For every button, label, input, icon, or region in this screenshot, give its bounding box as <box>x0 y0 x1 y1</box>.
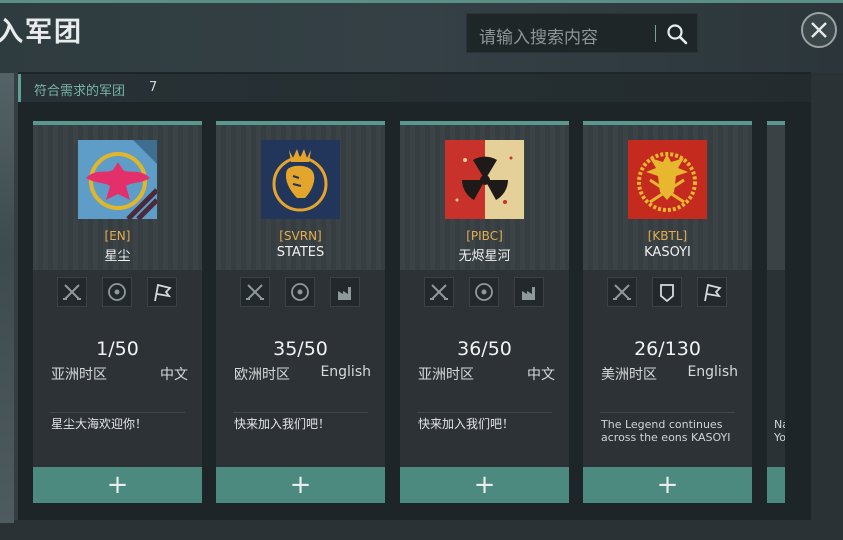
legion-tag: [KBTL] <box>647 229 688 243</box>
divider <box>233 412 368 413</box>
member-count: 36/50 <box>457 338 512 360</box>
flag-icon <box>147 277 177 307</box>
language: English <box>687 364 738 380</box>
crossed-swords-icon <box>607 277 637 307</box>
plus-icon: + <box>106 470 129 500</box>
page-title: 入军团 <box>0 17 83 48</box>
legion-tag: [EN] <box>104 229 131 243</box>
legion-description: 快来加入我们吧！ <box>234 417 331 431</box>
legion-description: Na Yo <box>774 418 785 444</box>
plus-icon: + <box>289 470 312 500</box>
join-button[interactable] <box>767 467 785 503</box>
crossed-swords-icon <box>424 277 454 307</box>
legion-card[interactable]: [PIBC] 无烬星河 36/50 亚洲时区 中文 快来加入我们吧！ + <box>400 121 569 503</box>
divider <box>417 412 552 413</box>
language: 中文 <box>527 367 555 383</box>
legion-tag: [SVRN] <box>279 229 322 243</box>
legion-description: 星尘大海欢迎你！ <box>51 417 148 431</box>
timezone: 亚洲时区 <box>418 367 474 383</box>
member-count: 35/50 <box>273 338 328 360</box>
search-divider <box>655 25 656 42</box>
member-count: 26/130 <box>634 338 701 360</box>
legion-name: 无烬星河 <box>458 249 511 264</box>
language: English <box>320 364 371 380</box>
factory-icon <box>330 277 360 307</box>
factory-icon <box>514 277 544 307</box>
target-icon <box>285 277 315 307</box>
join-button[interactable]: + <box>583 467 752 503</box>
background-strip <box>0 73 14 523</box>
section-count: 7 <box>149 80 158 95</box>
legion-card[interactable]: [EN] 星尘 1/50 亚洲时区 中文 星尘大海欢迎你！ + <box>33 121 202 503</box>
legion-attributes <box>424 277 545 309</box>
card-header <box>767 125 785 270</box>
close-icon <box>811 22 827 38</box>
close-button[interactable] <box>801 12 837 48</box>
legion-name: STATES <box>276 245 325 260</box>
plus-icon: + <box>473 470 496 500</box>
member-count: 1/50 <box>96 338 139 360</box>
description-line: The Legend continues <box>601 418 723 431</box>
section-label: 符合需求的军团 <box>34 84 126 99</box>
legion-tag: [PIBC] <box>466 229 503 243</box>
description-line: Na <box>774 418 785 431</box>
timezone: 美洲时区 <box>601 367 657 383</box>
legion-card[interactable]: [KBTL] KASOYI 26/130 美洲时区 English The Le… <box>583 121 752 503</box>
crossed-swords-icon <box>240 277 270 307</box>
imperial-eagle-emblem-icon <box>628 140 707 219</box>
radiation-emblem-icon <box>445 140 524 219</box>
lion-emblem-icon <box>261 140 340 219</box>
description-line: across the eons KASOYI <box>601 431 731 444</box>
legion-card-partial[interactable]: Na Yo <box>767 121 785 503</box>
eagle-emblem-icon <box>78 140 157 219</box>
search-icon[interactable] <box>663 20 691 48</box>
legion-attributes <box>607 277 728 309</box>
shield-icon <box>652 277 682 307</box>
plus-icon: + <box>656 470 679 500</box>
legion-card[interactable]: [SVRN] STATES 35/50 欧洲时区 English 快来加入我们吧… <box>216 121 385 503</box>
timezone: 亚洲时区 <box>51 367 107 383</box>
section-header: 符合需求的军团 7 <box>18 74 811 102</box>
legion-name: KASOYI <box>644 245 691 260</box>
legion-attributes <box>240 277 361 309</box>
header-bar <box>0 3 843 73</box>
join-button[interactable]: + <box>33 467 202 503</box>
flag-icon <box>697 277 727 307</box>
legion-attributes <box>57 277 178 309</box>
divider <box>600 412 735 413</box>
language: 中文 <box>160 367 188 383</box>
target-icon <box>102 277 132 307</box>
join-button[interactable]: + <box>400 467 569 503</box>
legion-description: 快来加入我们吧！ <box>418 417 515 431</box>
search-input[interactable]: 请输入搜索内容 <box>479 23 598 48</box>
description-line: Yo <box>774 431 785 444</box>
join-button[interactable]: + <box>216 467 385 503</box>
timezone: 欧洲时区 <box>234 367 290 383</box>
search-box[interactable]: 请输入搜索内容 <box>466 13 698 53</box>
legion-name: 星尘 <box>104 249 131 264</box>
legion-description: The Legend continues across the eons KAS… <box>601 418 741 444</box>
target-icon <box>469 277 499 307</box>
crossed-swords-icon <box>57 277 87 307</box>
divider <box>50 412 185 413</box>
